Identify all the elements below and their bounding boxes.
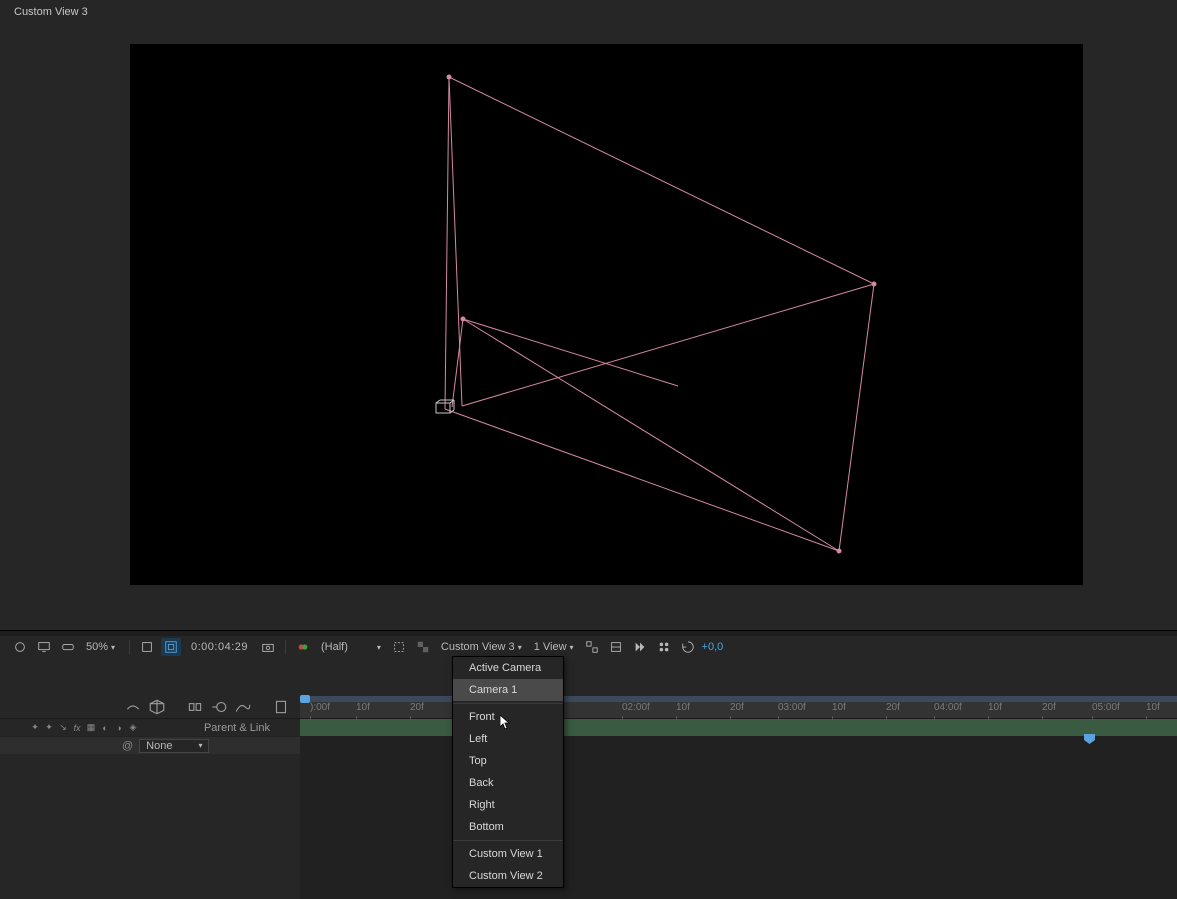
roi-icon[interactable] [389,638,409,656]
ruler-tick: 02:00f [622,702,650,713]
av-switch-icon: ✦ [28,721,42,735]
fast-preview-icon[interactable] [630,638,650,656]
menu-item[interactable]: Top [453,750,563,772]
marker-icon[interactable] [272,698,290,716]
ruler-tick: 20f [1042,702,1056,713]
adj-switch-icon: ◑ [112,721,126,735]
snapshot-icon[interactable] [258,638,278,656]
shy-switch-icon: ✦ [42,721,56,735]
view-dropdown[interactable]: Custom View 3 ▾ [437,641,526,653]
monitor-icon[interactable] [34,638,54,656]
motion-blur-icon[interactable] [210,698,228,716]
menu-item[interactable]: Camera 1 [453,679,563,701]
shy-icon[interactable] [124,698,142,716]
mb-switch-icon: ◐ [98,721,112,735]
vr-icon[interactable] [58,638,78,656]
preview-toolbar: 50% ▾ 0:00:04:29 (Half) ▾ Custom View 3 … [0,636,1177,658]
viewport[interactable] [130,44,1083,585]
ruler-tick: 20f [410,702,424,713]
ruler-tick: 10f [356,702,370,713]
view-dropdown-menu: Active CameraCamera 1 FrontLeftTopBackRig… [452,656,564,888]
viewer-camera-label: Custom View 3 [14,6,88,18]
menu-item[interactable]: Custom View 1 [453,843,563,865]
current-time-display[interactable]: 0:00:04:29 [185,641,254,653]
menu-separator [453,703,563,704]
parent-column-header: Parent & Link [204,722,300,734]
solo-switch-icon: ↘ [56,721,70,735]
parent-dropdown[interactable]: None▾ [139,739,209,753]
ruler-tick: 10f [676,702,690,713]
ruler-tick: ):00f [310,702,330,713]
graph-editor-icon[interactable] [234,698,252,716]
resolution-dropdown[interactable]: (Half) ▾ [317,641,385,653]
composition-viewer: Custom View 3 [0,0,1177,631]
ruler-tick: 20f [886,702,900,713]
ruler-tick: 04:00f [934,702,962,713]
3d-switch-icon: ◈ [126,721,140,735]
share-view-icon[interactable] [582,638,602,656]
ruler-tick: 10f [832,702,846,713]
fx-switch-icon: fx [70,721,84,735]
menu-item[interactable]: Right [453,794,563,816]
frame-blend-icon[interactable] [186,698,204,716]
3d-icon[interactable] [148,698,166,716]
menu-item[interactable]: Active Camera [453,657,563,679]
exposure-value[interactable]: +0,0 [702,641,724,653]
transparency-grid-icon[interactable] [413,638,433,656]
ruler-tick: 05:00f [1092,702,1120,713]
mask-toggle-icon[interactable] [161,638,181,656]
menu-item[interactable]: Back [453,772,563,794]
timeline-button-icon[interactable] [654,638,674,656]
menu-item[interactable]: Bottom [453,816,563,838]
timeline-panel: ):00f 10f 20f 02:00f 10f 20f 03:00f 10f 20f 04:00… [0,658,1177,899]
zoom-dropdown[interactable]: 50% ▾ [82,641,122,653]
alpha-icon[interactable] [10,638,30,656]
ruler-tick: 10f [988,702,1002,713]
menu-item[interactable]: Left [453,728,563,750]
frameblend-switch-icon: ▦ [84,721,98,735]
ruler-tick: 10f [1146,702,1160,713]
menu-item[interactable]: Custom View 2 [453,865,563,887]
views-count-dropdown[interactable]: 1 View ▾ [530,641,578,653]
resolution-icon[interactable] [137,638,157,656]
menu-item[interactable]: Front [453,706,563,728]
menu-separator [453,840,563,841]
pixel-ar-icon[interactable] [606,638,626,656]
work-area-bar[interactable] [300,719,1177,736]
timeline-controls-left [0,696,300,718]
layer-switches-header: ✦ ✦ ↘ fx ▦ ◐ ◑ ◈ [0,721,140,735]
ruler-tick: 03:00f [778,702,806,713]
time-ruler[interactable]: ):00f 10f 20f 02:00f 10f 20f 03:00f 10f 20f 04:00… [300,696,1177,718]
pickwhip-icon[interactable]: @ [122,740,133,752]
reset-exposure-icon[interactable] [678,638,698,656]
channel-icon[interactable] [293,638,313,656]
ruler-tick: 20f [730,702,744,713]
